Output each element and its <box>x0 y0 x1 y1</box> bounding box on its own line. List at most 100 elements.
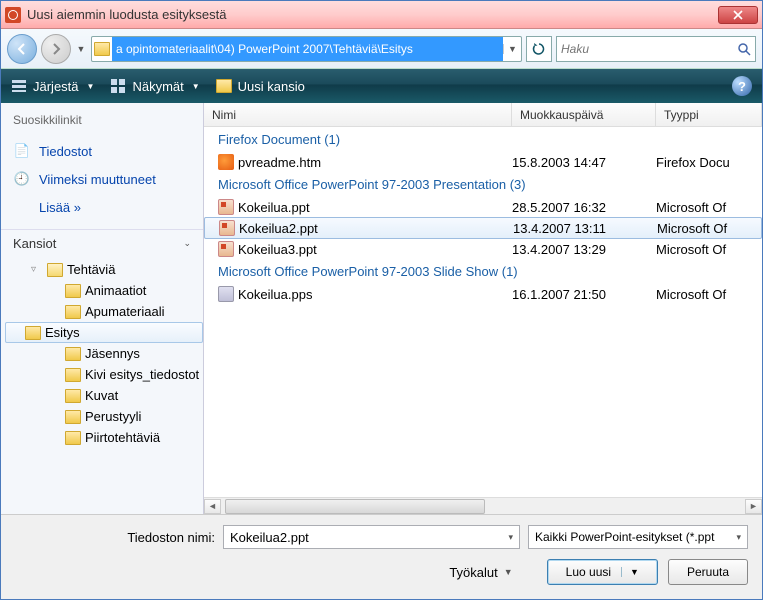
folder-icon <box>65 431 81 445</box>
folder-icon <box>65 410 81 424</box>
file-name: pvreadme.htm <box>238 155 512 170</box>
tree-item[interactable]: Jäsennys <box>5 343 203 364</box>
file-row[interactable]: Kokeilua2.ppt 13.4.2007 13:11 Microsoft … <box>204 217 762 239</box>
tools-label: Työkalut <box>449 565 497 580</box>
filter-label: Kaikki PowerPoint-esitykset (*.ppt <box>535 530 714 544</box>
group-header[interactable]: Microsoft Office PowerPoint 97-2003 Slid… <box>204 259 762 284</box>
file-type-filter[interactable]: Kaikki PowerPoint-esitykset (*.ppt ▾ <box>528 525 748 549</box>
refresh-button[interactable] <box>526 36 552 62</box>
address-dropdown[interactable]: ▼ <box>503 44 521 54</box>
new-folder-button[interactable]: Uusi kansio <box>216 79 305 94</box>
tree-label: Apumateriaali <box>85 304 165 319</box>
file-type: Microsoft Of <box>656 200 762 215</box>
close-button[interactable] <box>718 6 758 24</box>
file-date: 28.5.2007 16:32 <box>512 200 656 215</box>
favorites-header: Suosikkilinkit <box>13 113 191 127</box>
favorite-label: Lisää » <box>39 200 81 215</box>
tree-item[interactable]: Apumateriaali <box>5 301 203 322</box>
folder-icon <box>25 326 41 340</box>
folder-icon <box>65 305 81 319</box>
favorite-label: Viimeksi muuttuneet <box>39 172 156 187</box>
file-icon <box>218 241 234 257</box>
file-name: Kokeilua.ppt <box>238 200 512 215</box>
folder-icon <box>47 263 63 277</box>
cancel-button[interactable]: Peruuta <box>668 559 748 585</box>
chevron-down-icon: ▼ <box>192 82 200 91</box>
file-type: Firefox Docu <box>656 155 762 170</box>
folders-header[interactable]: Kansiot ⌄ <box>1 229 203 257</box>
views-menu[interactable]: Näkymät ▼ <box>110 78 199 94</box>
folder-icon <box>65 368 81 382</box>
file-date: 13.4.2007 13:11 <box>513 221 657 236</box>
favorite-link[interactable]: 🕘Viimeksi muuttuneet <box>13 165 191 193</box>
file-pane: Nimi Muokkauspäivä Tyyppi Firefox Docume… <box>204 103 762 514</box>
search-input[interactable] <box>561 37 737 61</box>
nav-history-dropdown[interactable]: ▼ <box>75 44 87 54</box>
tree-label: Animaatiot <box>85 283 146 298</box>
tree-label: Kuvat <box>85 388 118 403</box>
open-dialog: Uusi aiemmin luodusta esityksestä ▼ a op… <box>0 0 763 600</box>
group-header[interactable]: Microsoft Office PowerPoint 97-2003 Pres… <box>204 172 762 197</box>
tree-item[interactable]: Piirtotehtäviä <box>5 427 203 448</box>
tree-label: Jäsennys <box>85 346 140 361</box>
open-button[interactable]: Luo uusi ▼ <box>547 559 658 585</box>
expand-icon[interactable]: ▿ <box>31 264 43 275</box>
window-title: Uusi aiemmin luodusta esityksestä <box>27 7 718 22</box>
favorite-link[interactable]: 📄Tiedostot <box>13 137 191 165</box>
chevron-down-icon: ▼ <box>87 82 95 91</box>
scroll-thumb[interactable] <box>225 499 485 514</box>
favorite-link[interactable]: Lisää » <box>13 193 191 221</box>
new-folder-label: Uusi kansio <box>238 79 305 94</box>
search-icon[interactable] <box>737 42 751 56</box>
folder-icon <box>216 79 232 93</box>
file-icon <box>218 199 234 215</box>
chevron-down-icon[interactable]: ▾ <box>508 532 513 543</box>
open-dropdown-icon[interactable]: ▼ <box>621 567 639 577</box>
column-header-name[interactable]: Nimi <box>204 103 512 126</box>
column-header-type[interactable]: Tyyppi <box>656 103 762 126</box>
tree-item[interactable]: Kuvat <box>5 385 203 406</box>
file-icon <box>219 220 235 236</box>
tree-item[interactable]: Esitys <box>5 322 203 343</box>
folder-icon <box>92 42 112 56</box>
file-date: 15.8.2003 14:47 <box>512 155 656 170</box>
search-box[interactable] <box>556 36 756 62</box>
column-headers: Nimi Muokkauspäivä Tyyppi <box>204 103 762 127</box>
file-row[interactable]: Kokeilua.ppt 28.5.2007 16:32 Microsoft O… <box>204 197 762 217</box>
filename-input[interactable]: Kokeilua2.ppt ▾ <box>223 525 520 549</box>
tree-item[interactable]: ▿ Tehtäviä <box>5 259 203 280</box>
tree-label: Piirtotehtäviä <box>85 430 160 445</box>
file-type: Microsoft Of <box>657 221 761 236</box>
organize-menu[interactable]: Järjestä ▼ <box>11 78 94 94</box>
help-button[interactable]: ? <box>732 76 752 96</box>
file-date: 16.1.2007 21:50 <box>512 287 656 302</box>
file-row[interactable]: Kokeilua3.ppt 13.4.2007 13:29 Microsoft … <box>204 239 762 259</box>
organize-label: Järjestä <box>33 79 79 94</box>
file-row[interactable]: pvreadme.htm 15.8.2003 14:47 Firefox Doc… <box>204 152 762 172</box>
command-bar: Järjestä ▼ Näkymät ▼ Uusi kansio ? <box>1 69 762 103</box>
column-header-date[interactable]: Muokkauspäivä <box>512 103 656 126</box>
favorite-icon <box>13 198 31 216</box>
tree-item[interactable]: Perustyyli <box>5 406 203 427</box>
forward-button[interactable] <box>41 34 71 64</box>
chevron-down-icon: ⌄ <box>183 238 191 249</box>
favorite-label: Tiedostot <box>39 144 92 159</box>
scroll-right-button[interactable]: ► <box>745 499 762 514</box>
address-text[interactable]: a opintomateriaalit\04) PowerPoint 2007\… <box>112 37 503 61</box>
tools-menu[interactable]: Työkalut ▼ <box>447 561 514 584</box>
group-header[interactable]: Firefox Document (1) <box>204 127 762 152</box>
tree-item[interactable]: Animaatiot <box>5 280 203 301</box>
file-name: Kokeilua2.ppt <box>239 221 513 236</box>
tree-label: Tehtäviä <box>67 262 115 277</box>
h-scrollbar[interactable]: ◄ ► <box>204 497 762 514</box>
open-label: Luo uusi <box>566 565 611 579</box>
nav-bar: ▼ a opintomateriaalit\04) PowerPoint 200… <box>1 29 762 69</box>
folder-tree: ▿ Tehtäviä Animaatiot Apumateriaali Esitys Jä… <box>1 257 203 514</box>
file-row[interactable]: Kokeilua.pps 16.1.2007 21:50 Microsoft O… <box>204 284 762 304</box>
tree-item[interactable]: Kivi esitys_tiedostot <box>5 364 203 385</box>
address-bar[interactable]: a opintomateriaalit\04) PowerPoint 2007\… <box>91 36 522 62</box>
folder-icon <box>65 347 81 361</box>
tree-label: Esitys <box>45 325 80 340</box>
back-button[interactable] <box>7 34 37 64</box>
scroll-left-button[interactable]: ◄ <box>204 499 221 514</box>
